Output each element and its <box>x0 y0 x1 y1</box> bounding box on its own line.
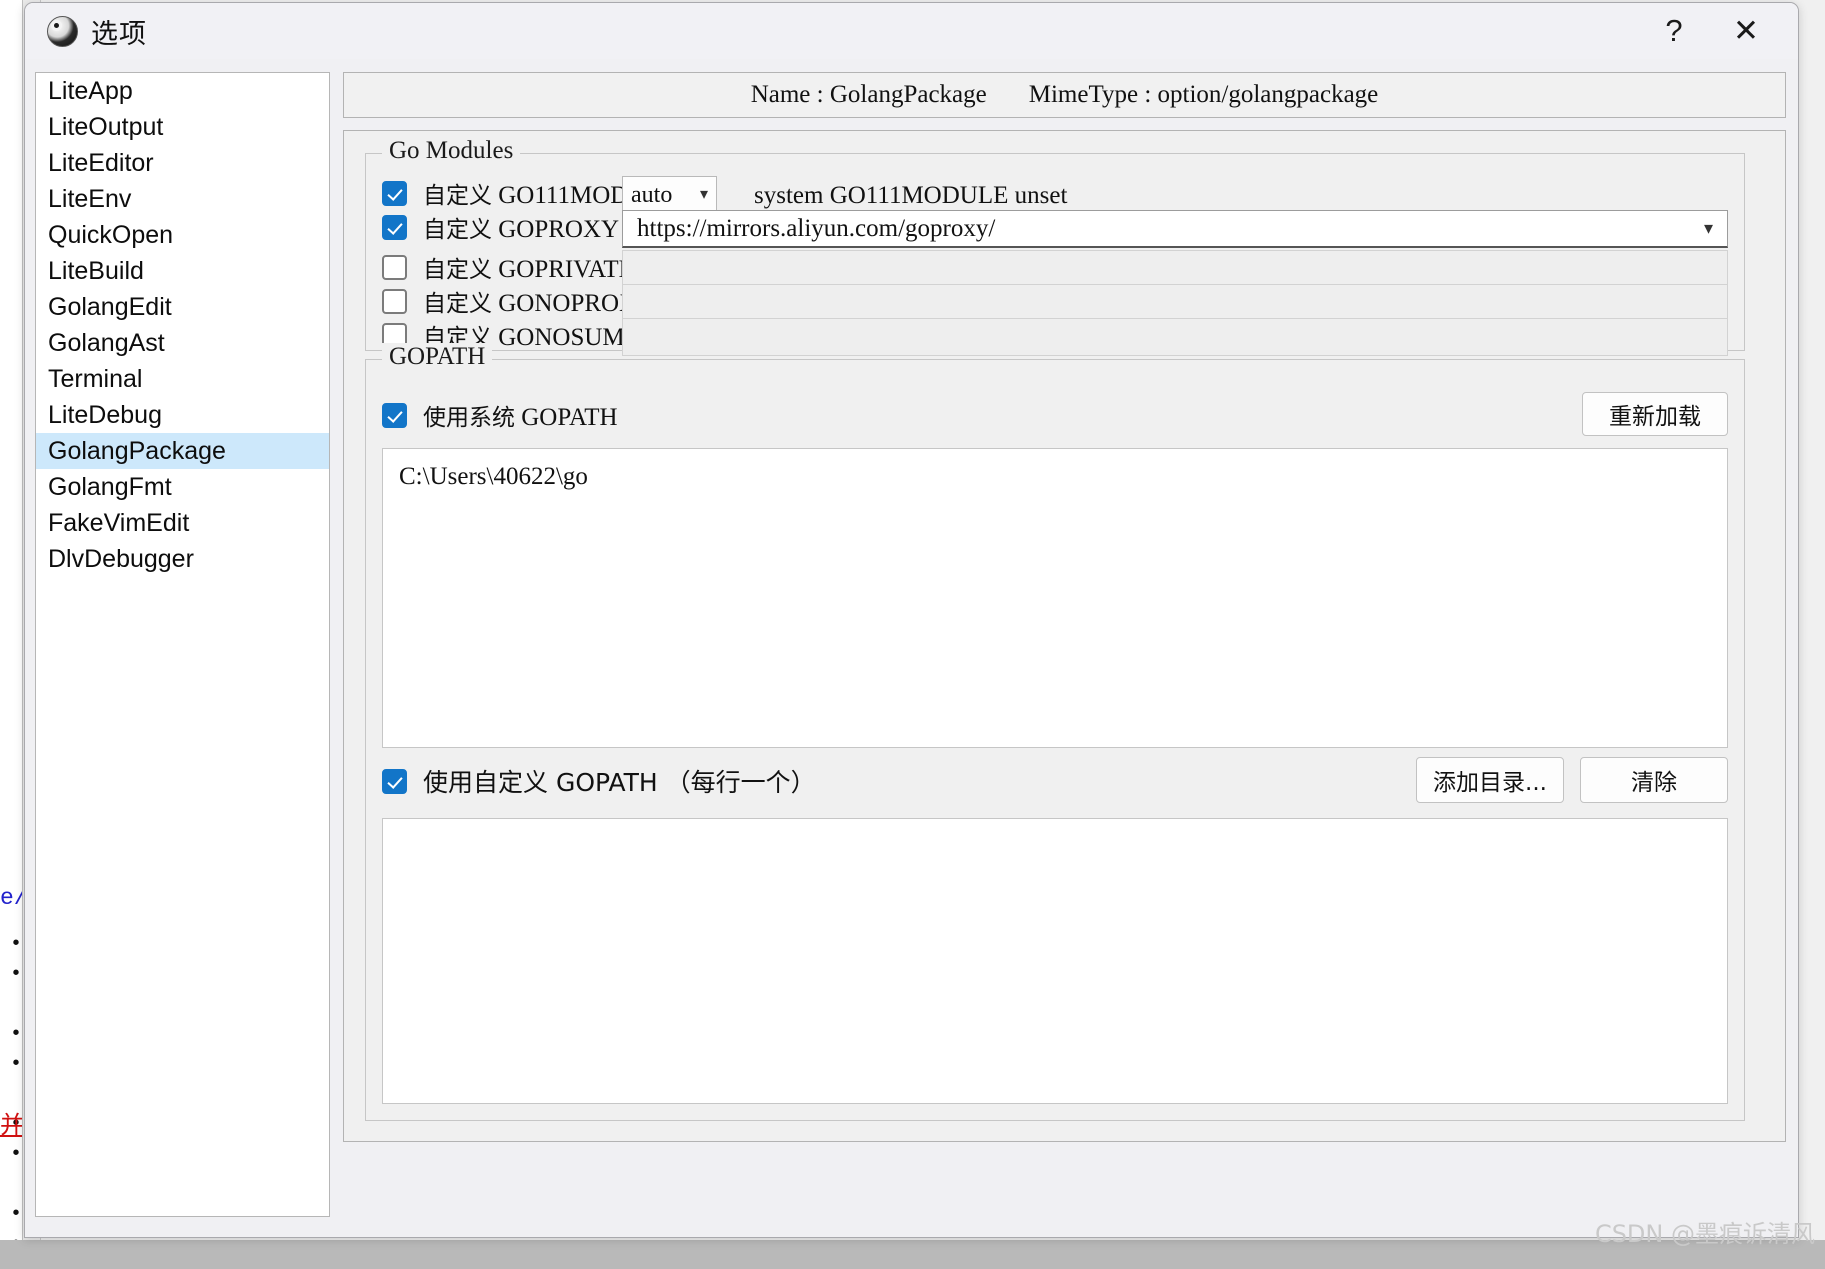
options-content-pane: Name : GolangPackage MimeType : option/g… <box>343 72 1786 1217</box>
help-icon[interactable]: ? <box>1638 3 1710 59</box>
sidebar-item-litebuild[interactable]: LiteBuild <box>36 253 329 289</box>
label-custom-goproxy: 自定义 GOPROXY <box>423 210 619 244</box>
plugin-name-label: Name : GolangPackage <box>750 81 987 108</box>
chevron-down-icon[interactable]: ▾ <box>1704 218 1713 239</box>
sidebar-item-liteeditor[interactable]: LiteEditor <box>36 145 329 181</box>
sidebar-item-golangedit[interactable]: GolangEdit <box>36 289 329 325</box>
row-goprivate: 自定义 GOPRIVATE <box>382 250 634 284</box>
background-red-text: 并 <box>0 1112 24 1139</box>
input-goproxy-value: https://mirrors.aliyun.com/goproxy/ <box>637 214 996 242</box>
combo-go111module[interactable]: auto ▾ <box>622 176 717 214</box>
checkbox-use-custom-gopath[interactable] <box>382 768 407 794</box>
input-gonosumdb[interactable] <box>622 318 1728 356</box>
chevron-down-icon: ▾ <box>699 186 708 203</box>
sidebar-item-golangpackage[interactable]: GolangPackage <box>36 433 329 469</box>
label-custom-prefix-1: 自定义 <box>423 217 492 243</box>
input-gonoproxy[interactable] <box>622 284 1728 322</box>
sidebar-item-golangfmt[interactable]: GolangFmt <box>36 469 329 505</box>
title-bar: 选项 ? ✕ <box>25 3 1798 59</box>
label-use-system-var: GOPATH <box>521 404 618 431</box>
title-bar-left: 选项 <box>47 3 147 59</box>
sidebar-item-liteoutput[interactable]: LiteOutput <box>36 109 329 145</box>
sidebar-item-dlvdebugger[interactable]: DlvDebugger <box>36 541 329 577</box>
go-modules-legend: Go Modules <box>382 137 521 165</box>
input-goproxy[interactable]: https://mirrors.aliyun.com/goproxy/ ▾ <box>622 210 1728 248</box>
yinyang-icon <box>47 15 78 47</box>
label-var-goproxy: GOPROXY <box>498 216 620 243</box>
row-goproxy: 自定义 GOPROXY <box>382 210 619 244</box>
custom-gopath-textarea[interactable] <box>382 818 1728 1104</box>
close-icon[interactable]: ✕ <box>1710 3 1782 59</box>
hint-system-go111module: system GO111MODULE unset <box>754 182 1068 209</box>
row-use-system-gopath: 使用系统 GOPATH <box>382 398 618 432</box>
sidebar-item-quickopen[interactable]: QuickOpen <box>36 217 329 253</box>
dialog-body: LiteApp LiteOutput LiteEditor LiteEnv Qu… <box>25 59 1798 1237</box>
window-title: 选项 <box>91 18 147 49</box>
plugin-info-header: Name : GolangPackage MimeType : option/g… <box>343 72 1786 118</box>
plugin-mimetype-label: MimeType : option/golangpackage <box>1028 81 1379 108</box>
go-modules-group: Go Modules 自定义 GO111MODULE auto ▾ system… <box>365 137 1745 356</box>
sidebar-item-liteapp[interactable]: LiteApp <box>36 73 329 109</box>
reload-button[interactable]: 重新加载 <box>1582 392 1728 436</box>
label-use-system-gopath: 使用系统 GOPATH <box>423 398 618 432</box>
row-use-custom-gopath: 使用自定义 GOPATH （每行一个） <box>382 764 816 798</box>
sidebar-item-golangast[interactable]: GolangAst <box>36 325 329 361</box>
golangpackage-settings-panel: Go Modules 自定义 GO111MODULE auto ▾ system… <box>343 130 1786 1142</box>
row-gonoproxy: 自定义 GONOPROXY <box>382 284 655 318</box>
label-custom-prefix-0: 自定义 <box>423 183 492 209</box>
gopath-group: GOPATH 使用系统 GOPATH 重新加载 C:\Users\40622\g… <box>365 343 1745 1121</box>
label-custom-prefix-3: 自定义 <box>423 291 492 317</box>
checkbox-custom-goproxy[interactable] <box>382 214 407 240</box>
checkbox-custom-gonoproxy[interactable] <box>382 288 407 314</box>
label-custom-prefix-2: 自定义 <box>423 257 492 283</box>
background-taskbar-strip <box>0 1240 1825 1269</box>
options-category-list[interactable]: LiteApp LiteOutput LiteEditor LiteEnv Qu… <box>35 72 330 1217</box>
screen-root: e/ • • • • • • • • • • 并 选项 ? ✕ LiteApp … <box>0 0 1825 1269</box>
checkbox-custom-go111module[interactable] <box>382 180 407 206</box>
clear-button[interactable]: 清除 <box>1580 757 1728 803</box>
label-use-custom-gopath: 使用自定义 GOPATH （每行一个） <box>423 768 816 797</box>
label-use-system-prefix: 使用系统 <box>423 405 515 431</box>
gopath-legend: GOPATH <box>382 343 493 371</box>
label-var-goprivate: GOPRIVATE <box>498 256 634 283</box>
input-goprivate[interactable] <box>622 250 1728 288</box>
sidebar-item-fakevimedit[interactable]: FakeVimEdit <box>36 505 329 541</box>
combo-go111module-value: auto <box>631 181 673 208</box>
sidebar-item-liteenv[interactable]: LiteEnv <box>36 181 329 217</box>
system-gopath-textarea[interactable]: C:\Users\40622\go <box>382 448 1728 748</box>
checkbox-use-system-gopath[interactable] <box>382 402 407 428</box>
sidebar-item-terminal[interactable]: Terminal <box>36 361 329 397</box>
checkbox-custom-goprivate[interactable] <box>382 254 407 280</box>
label-custom-gonoproxy: 自定义 GONOPROXY <box>423 284 655 318</box>
add-directory-button[interactable]: 添加目录... <box>1416 757 1564 803</box>
title-bar-controls: ? ✕ <box>1638 3 1798 59</box>
sidebar-item-litedebug[interactable]: LiteDebug <box>36 397 329 433</box>
options-dialog: 选项 ? ✕ LiteApp LiteOutput LiteEditor Lit… <box>24 2 1799 1238</box>
label-custom-goprivate: 自定义 GOPRIVATE <box>423 250 634 284</box>
